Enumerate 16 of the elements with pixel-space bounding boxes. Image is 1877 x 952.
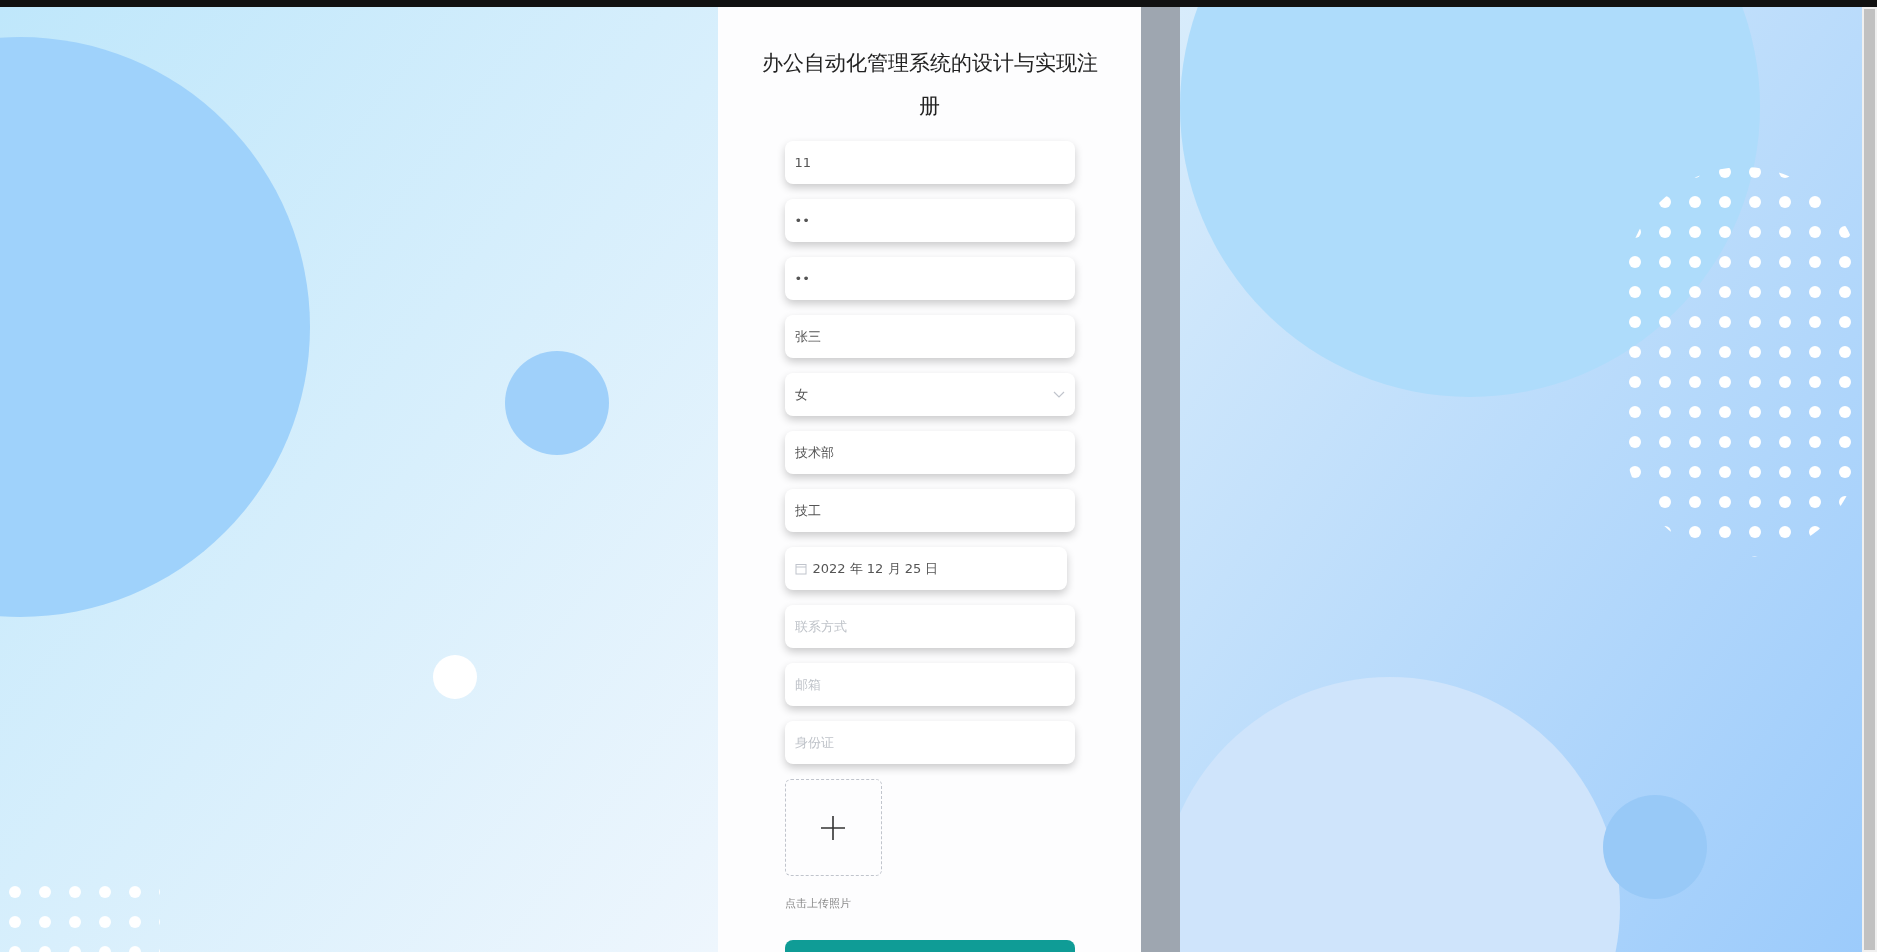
chevron-down-icon (1052, 390, 1065, 399)
upload-box[interactable] (784, 779, 882, 876)
calendar-icon (794, 562, 807, 575)
password-field[interactable]: •• (784, 257, 1075, 300)
form-title: 办公自动化管理系统的设计与实现注册 (760, 50, 1099, 120)
date-field[interactable]: 2022 年 12 月 25 日 (784, 547, 1067, 590)
input-field[interactable]: 技工 (784, 489, 1075, 532)
submit-button[interactable] (784, 940, 1075, 952)
password-field[interactable]: •• (784, 199, 1075, 242)
upload-caption: 点击上传照片 (784, 896, 851, 912)
input-field[interactable]: 11 (784, 141, 1075, 184)
input-field[interactable]: 张三 (784, 315, 1075, 358)
select-field[interactable]: 女 (784, 373, 1075, 416)
scrollbar[interactable] (1862, 7, 1877, 952)
input-field[interactable]: 技术部 (784, 431, 1075, 474)
plus-icon (821, 815, 845, 840)
